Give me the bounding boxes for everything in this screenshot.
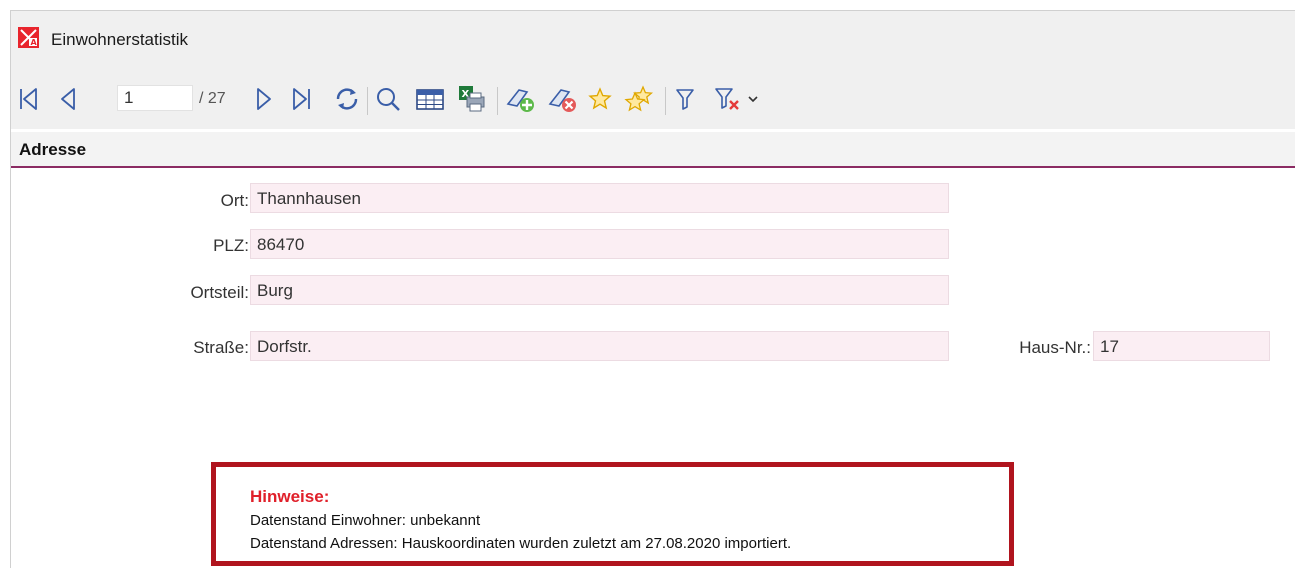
excel-export-button[interactable]: X <box>455 81 489 117</box>
app-logo-icon: A <box>18 27 39 48</box>
add-feature-button[interactable] <box>503 81 539 117</box>
favorites-icon <box>624 85 654 112</box>
ortsteil-label: Ortsteil: <box>190 283 249 302</box>
favorite-button[interactable] <box>585 81 615 117</box>
filter-dropdown-button[interactable] <box>745 81 761 117</box>
section-header-adresse: Adresse <box>11 132 1295 168</box>
ort-field[interactable]: Thannhausen <box>250 183 949 213</box>
clear-filter-button[interactable] <box>711 81 745 117</box>
toolbar-separator <box>367 87 368 115</box>
next-record-button[interactable] <box>251 81 277 117</box>
svg-text:A: A <box>31 38 38 47</box>
table-view-icon <box>416 89 444 110</box>
record-total-label: / 27 <box>199 90 226 107</box>
clear-filter-icon <box>715 88 739 110</box>
refresh-button[interactable] <box>331 81 363 117</box>
record-number-input[interactable] <box>117 85 193 111</box>
ort-label: Ort: <box>220 191 249 210</box>
add-feature-icon <box>506 89 534 112</box>
first-record-button[interactable] <box>15 81 41 117</box>
search-icon <box>377 88 400 111</box>
previous-record-icon <box>61 88 75 110</box>
section-title: Adresse <box>19 140 87 159</box>
record-toolbar: / 27 <box>11 69 1295 129</box>
plz-field[interactable]: 86470 <box>250 229 949 259</box>
previous-record-button[interactable] <box>55 81 81 117</box>
application-window: A Einwohnerstatistik / 27 <box>10 10 1295 568</box>
excel-export-icon: X <box>459 86 485 112</box>
notice-line-adressen: Datenstand Adressen: Hauskoordinaten wur… <box>250 535 792 552</box>
strasse-label: Straße: <box>193 338 249 357</box>
toolbar-separator <box>497 87 498 115</box>
first-record-icon <box>20 88 37 110</box>
title-bar: A Einwohnerstatistik <box>11 11 1295 69</box>
delete-feature-icon <box>548 89 576 112</box>
favorites-list-button[interactable] <box>621 81 657 117</box>
search-button[interactable] <box>373 81 403 117</box>
window-title: Einwohnerstatistik <box>51 30 189 49</box>
dropdown-chevron-icon <box>748 96 758 103</box>
strasse-field[interactable]: Dorfstr. <box>250 331 949 361</box>
filter-icon <box>676 89 694 110</box>
plz-label: PLZ: <box>213 236 249 255</box>
favorite-icon <box>588 87 612 110</box>
hausnr-field[interactable]: 17 <box>1093 331 1270 361</box>
ortsteil-field[interactable]: Burg <box>250 275 949 305</box>
table-view-button[interactable] <box>413 81 447 117</box>
hausnr-label: Haus-Nr.: <box>1019 338 1091 357</box>
last-record-button[interactable] <box>289 81 315 117</box>
notice-box: Hinweise: Datenstand Einwohner: unbekann… <box>211 462 1014 566</box>
next-record-icon <box>257 88 271 110</box>
notice-title: Hinweise: <box>250 487 330 506</box>
filter-button[interactable] <box>671 81 699 117</box>
notice-line-einwohner: Datenstand Einwohner: unbekannt <box>250 512 481 529</box>
toolbar-separator <box>665 87 666 115</box>
refresh-icon <box>336 88 358 110</box>
last-record-icon <box>293 88 310 110</box>
delete-feature-button[interactable] <box>545 81 581 117</box>
